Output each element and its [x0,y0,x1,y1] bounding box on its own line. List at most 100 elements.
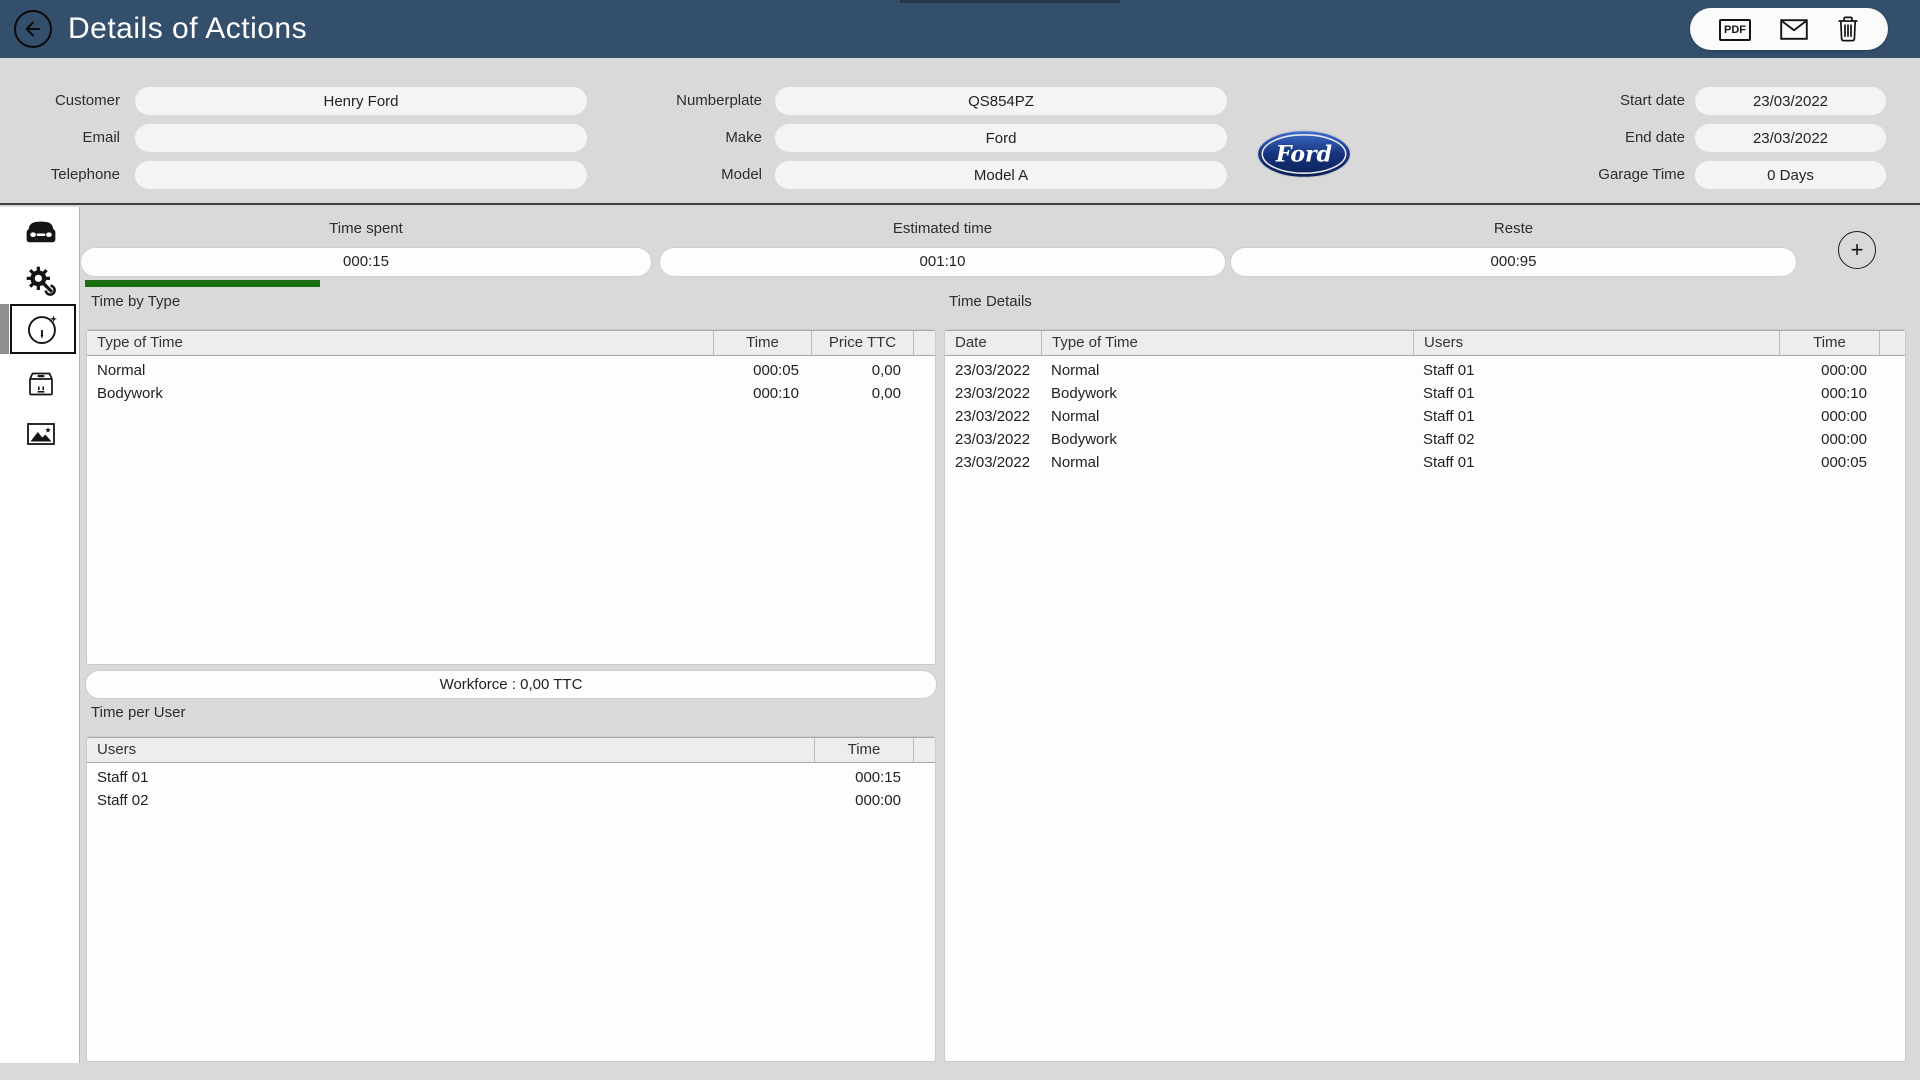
user-cell: Staff 01 [97,769,149,786]
telephone-field[interactable] [135,161,587,189]
price-cell: 0,00 [871,362,901,379]
export-pdf-button[interactable]: PDF [1719,19,1751,41]
time-cell: 000:00 [1821,408,1867,425]
column-header: Time [713,331,811,355]
parts-box-icon [29,372,53,396]
delete-button[interactable] [1837,16,1859,42]
time-cell: 000:00 [855,792,901,809]
table-row[interactable]: 23/03/2022 Normal Staff 01 000:05 [945,451,1905,474]
table-row[interactable]: Staff 01 000:15 [87,766,935,789]
content-area: Time spent Estimated time Reste 000:15 0… [81,207,1920,1063]
date-cell: 23/03/2022 [955,431,1031,448]
back-button[interactable] [14,10,52,48]
make-field[interactable] [775,124,1227,152]
start-date-field[interactable] [1695,87,1886,115]
garage-time-field[interactable] [1695,161,1886,189]
email-label: Email [82,129,120,146]
user-cell: Staff 01 [1423,385,1475,402]
reste-label: Reste [1493,220,1534,237]
user-cell: Staff 02 [97,792,149,809]
time-by-type-table: Type of Time Time Price TTC Normal 000:0… [86,329,936,665]
type-cell: Normal [97,362,146,379]
time-cell: 000:05 [753,362,799,379]
end-date-label: End date [1624,129,1685,146]
column-header: Date [955,334,987,351]
email-field[interactable] [135,124,587,152]
time-cell: 000:00 [1821,431,1867,448]
column-header: Type of Time [1041,331,1413,355]
reste-value: 000:95 [1231,248,1796,276]
type-cell: Bodywork [1051,385,1117,402]
column-header: Time [1779,331,1879,355]
table-row[interactable]: 23/03/2022 Normal Staff 01 000:00 [945,405,1905,428]
table-row[interactable]: 23/03/2022 Normal Staff 01 000:00 [945,359,1905,382]
time-cell: 000:10 [1821,385,1867,402]
user-cell: Staff 01 [1423,408,1475,425]
workforce-total-bar: Workforce : 0,00 TTC [86,671,936,698]
column-header-spacer [913,331,935,355]
numberplate-field[interactable] [775,87,1227,115]
sidebar-item-photos[interactable] [10,412,72,456]
table-row[interactable]: Staff 02 000:00 [87,789,935,812]
sidebar-item-time[interactable] [10,304,76,354]
column-header: Type of Time [97,334,183,351]
type-cell: Bodywork [1051,431,1117,448]
pdf-icon: PDF [1719,19,1751,41]
gear-wrench-icon [26,266,56,296]
type-cell: Normal [1051,408,1100,425]
image-icon [27,423,55,445]
model-field[interactable] [775,161,1227,189]
page-title: Details of Actions [68,12,308,45]
sidebar-item-parts[interactable] [10,362,72,406]
table-row[interactable]: 23/03/2022 Bodywork Staff 02 000:00 [945,428,1905,451]
table-row[interactable]: Normal 000:05 0,00 [87,359,935,382]
numberplate-label: Numberplate [676,92,762,109]
add-time-button[interactable]: + [1838,231,1876,269]
trash-icon [1838,16,1858,42]
date-cell: 23/03/2022 [955,454,1031,471]
back-arrow-icon [25,21,41,37]
time-cell: 000:15 [855,769,901,786]
column-header-spacer [1879,331,1905,355]
sidebar-item-service[interactable] [10,259,72,303]
time-by-type-title: Time by Type [91,293,181,310]
user-cell: Staff 02 [1423,431,1475,448]
table-row[interactable]: Bodywork 000:10 0,00 [87,382,935,405]
bottom-strip [0,1063,1920,1080]
ford-logo-text: Ford [1275,142,1332,168]
time-spent-label: Time spent [329,220,403,237]
header-actions-bar: PDF [1690,8,1888,50]
time-by-type-header: Type of Time Time Price TTC [87,330,935,356]
customer-label: Customer [54,92,120,109]
model-label: Model [721,166,762,183]
time-details-table: Date Type of Time Users Time 23/03/2022 … [944,329,1906,1062]
type-cell: Normal [1051,362,1100,379]
date-cell: 23/03/2022 [955,362,1031,379]
time-details-title: Time Details [949,293,1032,310]
time-details-header: Date Type of Time Users Time [945,330,1905,356]
window-notch [900,0,1120,3]
column-header: Time [814,738,913,762]
table-row[interactable]: 23/03/2022 Bodywork Staff 01 000:10 [945,382,1905,405]
date-cell: 23/03/2022 [955,408,1031,425]
time-progress-bar [85,280,320,287]
sidebar-selection-strip [0,304,9,354]
time-per-user-table: Users Time Staff 01 000:15 Staff 02 000:… [86,736,936,1062]
user-cell: Staff 01 [1423,454,1475,471]
telephone-label: Telephone [50,166,120,183]
estimated-time-label: Estimated time [892,220,993,237]
time-spent-value: 000:15 [81,248,651,276]
customer-field[interactable] [135,87,587,115]
plus-icon: + [1850,237,1864,262]
send-email-button[interactable] [1780,18,1808,40]
sidebar [0,207,80,1063]
time-per-user-header: Users Time [87,737,935,763]
end-date-field[interactable] [1695,124,1886,152]
estimated-time-value: 001:10 [660,248,1225,276]
time-cell: 000:05 [1821,454,1867,471]
price-cell: 0,00 [871,385,901,402]
stopwatch-icon [28,315,57,344]
car-icon [26,221,56,243]
sidebar-item-vehicle[interactable] [10,211,72,255]
column-header-spacer [913,738,935,762]
